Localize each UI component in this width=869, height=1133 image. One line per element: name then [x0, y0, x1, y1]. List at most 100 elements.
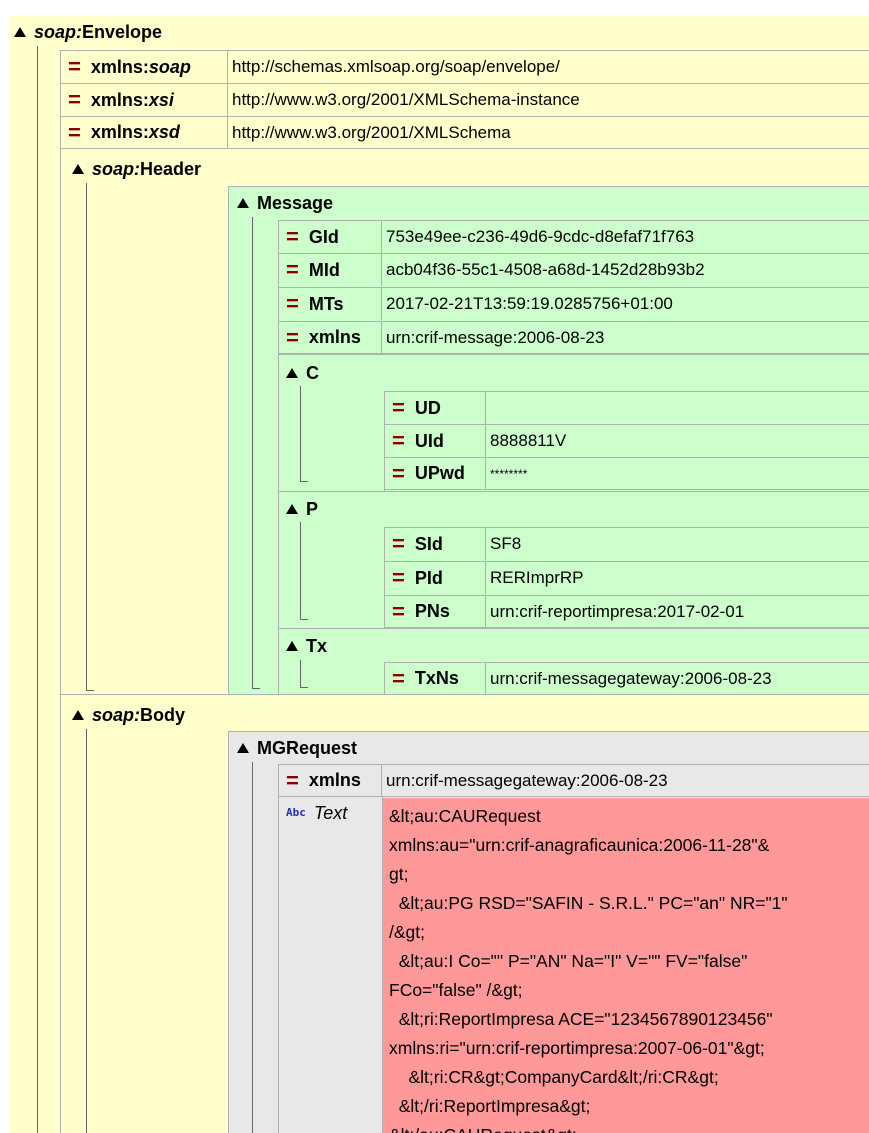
- attr-name: = UD: [384, 392, 486, 424]
- attr-name: = SId: [384, 528, 486, 560]
- separator-line: [60, 694, 869, 695]
- attr-value[interactable]: 8888811V: [486, 425, 869, 457]
- envelope-children-border: [60, 50, 61, 1133]
- attr-value[interactable]: acb04f36-55c1-4508-a68d-1452d28b93b2: [382, 254, 869, 286]
- attr-value[interactable]: SF8: [486, 528, 869, 560]
- attr-row-uid[interactable]: = UId 8888811V: [384, 424, 869, 457]
- attr-row-gid[interactable]: = GId 753e49ee-c236-49d6-9cdc-d8efaf71f76…: [278, 220, 869, 253]
- equals-icon: =: [392, 531, 405, 556]
- attr-row-pns[interactable]: = PNs urn:crif-reportimpresa:2017-02-01: [384, 595, 869, 628]
- attr-row-xmlns-mg[interactable]: = xmlns urn:crif-messagegateway:2006-08-2…: [278, 764, 869, 797]
- header-guide-line: [86, 183, 94, 691]
- attr-row-mts[interactable]: = MTs 2017-02-21T13:59:19.0285756+01:00: [278, 287, 869, 320]
- attr-value[interactable]: 753e49ee-c236-49d6-9cdc-d8efaf71f763: [382, 221, 869, 253]
- attr-value[interactable]: http://schemas.xmlsoap.org/soap/envelope…: [228, 51, 869, 83]
- attr-row-pid[interactable]: = PId RERImprRP: [384, 561, 869, 594]
- attr-row-xmlns-soap[interactable]: = xmlns: soap http://schemas.xmlsoap.org/s…: [60, 50, 869, 83]
- attr-name: = PNs: [384, 596, 486, 627]
- attr-name: = PId: [384, 562, 486, 594]
- collapse-icon[interactable]: [72, 164, 84, 174]
- collapse-icon[interactable]: [237, 743, 249, 753]
- body-node[interactable]: soap:Body: [72, 700, 185, 730]
- attr-name: = UPwd: [384, 458, 486, 489]
- attr-name: = TxNs: [384, 663, 486, 694]
- p-label: P: [306, 498, 319, 519]
- attr-value[interactable]: urn:crif-reportimpresa:2017-02-01: [486, 596, 869, 627]
- attr-row-txns[interactable]: = TxNs urn:crif-messagegateway:2006-08-23: [384, 662, 869, 695]
- c-label: C: [306, 362, 319, 383]
- mgrequest-label: MGRequest: [257, 737, 358, 758]
- attr-value[interactable]: RERImprRP: [486, 562, 869, 594]
- envelope-label: soap:Envelope: [34, 21, 163, 42]
- attr-row-xmlns-xsd[interactable]: = xmlns: xsd http://www.w3.org/2001/XMLSch…: [60, 116, 869, 149]
- attr-row-xmlns[interactable]: = xmlns urn:crif-message:2006-08-23: [278, 321, 869, 354]
- mgrequest-guide-line: [252, 762, 260, 1133]
- attr-row-xmlns-xsi[interactable]: = xmlns: xsi http://www.w3.org/2001/XMLSch…: [60, 83, 869, 116]
- attr-value[interactable]: [486, 392, 869, 424]
- attr-row-mid[interactable]: = MId acb04f36-55c1-4508-a68d-1452d28b93b…: [278, 253, 869, 286]
- mgrequest-node[interactable]: MGRequest: [237, 733, 357, 763]
- equals-icon: =: [392, 395, 405, 420]
- collapse-icon[interactable]: [286, 641, 298, 651]
- attr-value[interactable]: urn:crif-messagegateway:2006-08-23: [382, 765, 869, 796]
- c-guide-line: [300, 386, 308, 482]
- equals-icon: =: [68, 119, 81, 145]
- attr-name: = xmlns: [278, 765, 382, 796]
- envelope-guide-line: [37, 46, 38, 1133]
- attr-name: = GId: [278, 221, 382, 253]
- attr-row-ud[interactable]: = UD: [384, 391, 869, 424]
- p-guide-line: [300, 522, 308, 620]
- message-children-border: [278, 220, 279, 694]
- attr-value[interactable]: 2017-02-21T13:59:19.0285756+01:00: [382, 288, 869, 320]
- message-node[interactable]: Message: [237, 188, 333, 218]
- equals-icon: =: [392, 460, 405, 486]
- body-guide-line: [86, 729, 94, 1133]
- equals-icon: =: [286, 257, 299, 282]
- attr-name: = xmlns: xsd: [60, 117, 228, 148]
- collapse-icon[interactable]: [14, 27, 26, 37]
- attr-value[interactable]: http://www.w3.org/2001/XMLSchema: [228, 117, 869, 148]
- collapse-icon[interactable]: [286, 504, 298, 514]
- attr-name: = MId: [278, 254, 382, 286]
- attr-row-sid[interactable]: = SId SF8: [384, 527, 869, 560]
- tx-node[interactable]: Tx: [286, 631, 327, 661]
- p-node[interactable]: P: [286, 494, 318, 524]
- equals-icon: =: [286, 324, 299, 350]
- equals-icon: =: [286, 767, 299, 793]
- attr-name: = xmlns: [278, 322, 382, 353]
- collapse-icon[interactable]: [286, 368, 298, 378]
- envelope-node[interactable]: soap:Envelope: [14, 17, 162, 47]
- message-guide-line: [252, 217, 260, 689]
- text-node-name: Text: [313, 803, 348, 823]
- text-node-content[interactable]: &lt;au:CAURequest xmlns:au="urn:crif-ana…: [383, 798, 869, 1133]
- header-node[interactable]: soap:Header: [72, 154, 201, 184]
- collapse-icon[interactable]: [237, 198, 249, 208]
- separator-line: [278, 491, 869, 492]
- text-node-label[interactable]: Abc Text: [278, 797, 382, 1133]
- c-node[interactable]: C: [286, 358, 319, 388]
- collapse-icon[interactable]: [72, 710, 84, 720]
- tx-guide-line: [300, 660, 308, 688]
- separator-line: [278, 628, 869, 629]
- tx-children-border: [384, 662, 385, 694]
- attr-value[interactable]: ********: [486, 458, 869, 489]
- attr-value[interactable]: urn:crif-messagegateway:2006-08-23: [486, 663, 869, 694]
- equals-icon: =: [68, 54, 81, 79]
- attr-value[interactable]: urn:crif-message:2006-08-23: [382, 322, 869, 353]
- separator-line: [278, 354, 869, 355]
- equals-icon: =: [392, 665, 405, 691]
- tx-label: Tx: [306, 635, 328, 656]
- equals-icon: =: [392, 565, 405, 590]
- attr-name: = UId: [384, 425, 486, 457]
- abc-icon: Abc: [286, 806, 306, 819]
- attr-row-upwd[interactable]: = UPwd ********: [384, 457, 869, 490]
- c-children-border: [384, 391, 385, 491]
- equals-icon: =: [392, 598, 405, 624]
- attr-name: = xmlns: xsi: [60, 84, 228, 116]
- attr-value[interactable]: http://www.w3.org/2001/XMLSchema-instanc…: [228, 84, 869, 116]
- attr-name: = xmlns: soap: [60, 51, 228, 83]
- body-label: soap:Body: [92, 704, 186, 725]
- header-label: soap:Header: [92, 158, 202, 179]
- message-label: Message: [257, 192, 334, 213]
- attr-name: = MTs: [278, 288, 382, 320]
